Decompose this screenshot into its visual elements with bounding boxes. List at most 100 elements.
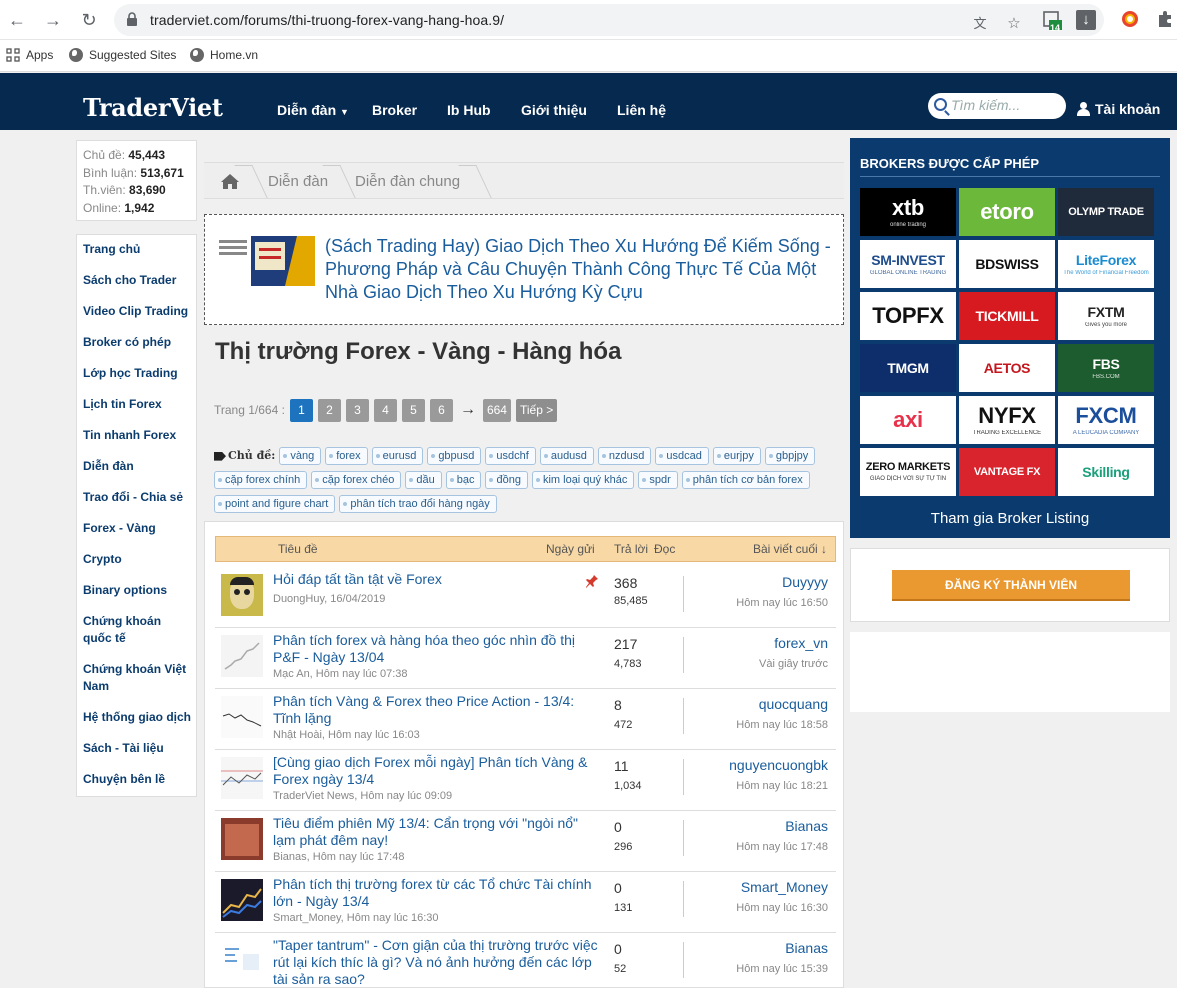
promo-banner[interactable]: (Sách Trading Hay) Giao Dịch Theo Xu Hướ… bbox=[204, 214, 844, 325]
tag-item[interactable]: phân tích trao đổi hàng ngày bbox=[339, 495, 497, 513]
promo-text[interactable]: (Sách Trading Hay) Giao Dịch Theo Xu Hướ… bbox=[325, 235, 837, 304]
last-post-user[interactable]: Smart_Money bbox=[741, 879, 828, 895]
extension-shield-icon[interactable]: 14 bbox=[1042, 10, 1062, 33]
tag-item[interactable]: spdr bbox=[638, 471, 678, 489]
thread-avatar[interactable] bbox=[221, 879, 263, 921]
leftnav-item[interactable]: Lịch tin Forex bbox=[83, 396, 196, 413]
leftnav-item[interactable]: Broker có phép bbox=[83, 334, 196, 351]
nav-forum[interactable]: Diễn đàn ▼ bbox=[277, 102, 349, 118]
tag-item[interactable]: forex bbox=[325, 447, 368, 465]
tag-item[interactable]: vàng bbox=[279, 447, 322, 465]
tag-item[interactable]: dầu bbox=[405, 471, 442, 489]
tag-item[interactable]: bạc bbox=[445, 471, 482, 489]
leftnav-item[interactable]: Sách - Tài liệu bbox=[83, 740, 196, 757]
thread-row[interactable]: [Cùng giao dịch Forex mỗi ngày] Phân tíc… bbox=[215, 750, 836, 811]
tag-item[interactable]: eurjpy bbox=[712, 447, 761, 465]
thread-row[interactable]: Phân tích forex và hàng hóa theo góc nhì… bbox=[215, 628, 836, 689]
broker-logo[interactable]: etoro bbox=[959, 188, 1055, 236]
bookmark-suggested-sites[interactable]: Suggested Sites bbox=[69, 48, 176, 62]
leftnav-item[interactable]: Diễn đàn bbox=[83, 458, 196, 475]
leftnav-item[interactable]: Hệ thống giao dịch bbox=[83, 709, 196, 726]
star-icon[interactable]: ☆ bbox=[1004, 14, 1024, 34]
page-link[interactable]: 6 bbox=[429, 398, 453, 422]
tag-item[interactable]: cặp forex chính bbox=[214, 471, 308, 489]
thread-avatar[interactable] bbox=[221, 818, 263, 860]
leftnav-item[interactable]: Crypto bbox=[83, 551, 196, 568]
page-link[interactable]: 5 bbox=[401, 398, 425, 422]
forward-icon[interactable]: → bbox=[42, 9, 64, 31]
broker-logo[interactable]: FBS FBS.COM bbox=[1058, 344, 1154, 392]
leftnav-item[interactable]: Chứng khoán Việt Nam bbox=[83, 661, 196, 695]
tag-item[interactable]: kim loại quý khác bbox=[531, 471, 635, 489]
tag-item[interactable]: gbpusd bbox=[427, 447, 482, 465]
reload-icon[interactable]: ↻ bbox=[78, 9, 100, 31]
thread-avatar[interactable] bbox=[221, 574, 263, 616]
thread-title[interactable]: [Cùng giao dịch Forex mỗi ngày] Phân tíc… bbox=[273, 754, 603, 788]
page-link[interactable]: 2 bbox=[317, 398, 341, 422]
page-link[interactable]: 4 bbox=[373, 398, 397, 422]
thread-title[interactable]: Tiêu điểm phiên Mỹ 13/4: Cẩn trọng với "… bbox=[273, 815, 603, 849]
thread-title[interactable]: Phân tích forex và hàng hóa theo góc nhì… bbox=[273, 632, 603, 666]
breadcrumb-forum[interactable]: Diễn đàn bbox=[268, 163, 328, 200]
broker-logo[interactable]: Skilling bbox=[1058, 448, 1154, 496]
broker-logo[interactable]: xtb online trading bbox=[860, 188, 956, 236]
broker-logo[interactable]: TMGM bbox=[860, 344, 956, 392]
broker-logo[interactable]: VANTAGE FX bbox=[959, 448, 1055, 496]
thread-title[interactable]: "Taper tantrum" - Cơn giận của thị trườn… bbox=[273, 937, 603, 987]
leftnav-item[interactable]: Trang chủ bbox=[83, 241, 196, 258]
leftnav-item[interactable]: Chứng khoán quốc tế bbox=[83, 613, 196, 647]
tag-item[interactable]: đồng bbox=[485, 471, 528, 489]
last-post-user[interactable]: Bianas bbox=[785, 940, 828, 956]
col-replies[interactable]: Trả lời bbox=[614, 537, 648, 561]
tag-item[interactable]: usdchf bbox=[485, 447, 536, 465]
broker-logo[interactable]: NYFX TRADING EXCELLENCE bbox=[959, 396, 1055, 444]
thread-title[interactable]: Phân tích Vàng & Forex theo Price Action… bbox=[273, 693, 603, 727]
col-title[interactable]: Tiêu đề bbox=[278, 537, 318, 561]
page-link-last[interactable]: 664 bbox=[482, 398, 511, 422]
broker-logo[interactable]: AETOS bbox=[959, 344, 1055, 392]
back-icon[interactable]: ← bbox=[6, 9, 28, 31]
last-post-user[interactable]: nguyencuongbk bbox=[729, 757, 828, 773]
tag-item[interactable]: phân tích cơ bản forex bbox=[681, 471, 810, 489]
leftnav-item[interactable]: Trao đổi - Chia sẻ bbox=[83, 489, 196, 506]
thread-row[interactable]: Phân tích thị trường forex từ các Tổ chứ… bbox=[215, 872, 836, 933]
search-input[interactable]: Tìm kiếm... bbox=[928, 93, 1066, 119]
last-post-user[interactable]: quocquang bbox=[759, 696, 828, 712]
site-logo[interactable]: TraderViet bbox=[83, 93, 223, 122]
home-icon[interactable] bbox=[221, 174, 239, 189]
register-button[interactable]: ĐĂNG KÝ THÀNH VIÊN bbox=[892, 570, 1130, 601]
last-post-user[interactable]: forex_vn bbox=[774, 635, 828, 651]
broker-logo[interactable]: TOPFX bbox=[860, 292, 956, 340]
broker-logo[interactable]: SM-INVEST GLOBAL ONLINE TRADING bbox=[860, 240, 956, 288]
page-link[interactable]: 1 bbox=[289, 398, 313, 422]
col-views[interactable]: Đọc bbox=[654, 537, 675, 561]
thread-title[interactable]: Phân tích thị trường forex từ các Tổ chứ… bbox=[273, 876, 603, 910]
broker-logo[interactable]: BDSWISS bbox=[959, 240, 1055, 288]
tag-item[interactable]: usdcad bbox=[655, 447, 709, 465]
col-date[interactable]: Ngày gửi bbox=[546, 537, 595, 561]
thread-row[interactable]: Phân tích Vàng & Forex theo Price Action… bbox=[215, 689, 836, 750]
broker-logo[interactable]: TICKMILL bbox=[959, 292, 1055, 340]
thread-avatar[interactable] bbox=[221, 940, 263, 982]
leftnav-item[interactable]: Video Clip Trading bbox=[83, 303, 196, 320]
puzzle-icon[interactable] bbox=[1155, 10, 1175, 30]
leftnav-item[interactable]: Lớp học Trading bbox=[83, 365, 196, 382]
page-link[interactable]: 3 bbox=[345, 398, 369, 422]
thread-row[interactable]: "Taper tantrum" - Cơn giận của thị trườn… bbox=[215, 933, 836, 987]
broker-logo[interactable]: FXTM Gives you more bbox=[1058, 292, 1154, 340]
last-post-user[interactable]: Duyyyy bbox=[782, 574, 828, 590]
breadcrumb-general[interactable]: Diễn đàn chung bbox=[355, 163, 460, 200]
bookmark-home-vn[interactable]: Home.vn bbox=[190, 48, 258, 62]
broker-logo[interactable]: FXCM A LEUCADIA COMPANY bbox=[1058, 396, 1154, 444]
download-icon[interactable]: ↓ bbox=[1076, 10, 1096, 30]
bookmark-apps[interactable]: Apps bbox=[6, 48, 53, 62]
tag-item[interactable]: eurusd bbox=[371, 447, 424, 465]
col-last-post[interactable]: Bài viết cuối ↓ bbox=[753, 537, 827, 561]
broker-logo[interactable]: LiteForex The World of Financial Freedom bbox=[1058, 240, 1154, 288]
thread-row[interactable]: Tiêu điểm phiên Mỹ 13/4: Cẩn trọng với "… bbox=[215, 811, 836, 872]
leftnav-item[interactable]: Chuyện bên lề bbox=[83, 771, 196, 788]
leftnav-item[interactable]: Sách cho Trader bbox=[83, 272, 196, 289]
leftnav-item[interactable]: Forex - Vàng bbox=[83, 520, 196, 537]
broker-logo[interactable]: ZERO MARKETS GIAO DỊCH VỚI SỰ TỰ TIN bbox=[860, 448, 956, 496]
translate-icon[interactable]: 文 bbox=[970, 14, 990, 34]
